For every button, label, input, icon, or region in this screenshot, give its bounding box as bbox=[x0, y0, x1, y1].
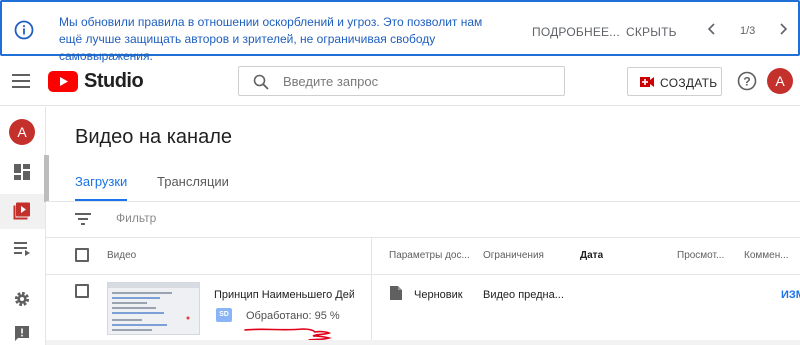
chevron-left-icon[interactable] bbox=[705, 22, 719, 36]
banner-more-button[interactable]: ПОДРОБНЕЕ... bbox=[532, 25, 620, 39]
filter-input[interactable]: Фильтр bbox=[116, 211, 156, 225]
video-title[interactable]: Принцип Наименьшего Дей... bbox=[214, 289, 354, 301]
sidebar: A bbox=[0, 107, 45, 345]
content-icon[interactable] bbox=[13, 202, 31, 220]
studio-window: Мы обновили правила в отношении оскорбле… bbox=[0, 0, 800, 345]
filter-icon[interactable] bbox=[75, 212, 91, 226]
youtube-play-icon bbox=[48, 71, 78, 92]
logo-text: Studio bbox=[84, 70, 144, 92]
search-icon bbox=[253, 74, 269, 90]
sidebar-divider bbox=[45, 107, 46, 345]
column-restrictions[interactable]: Ограничения bbox=[483, 250, 544, 261]
column-comments[interactable]: Коммен... bbox=[744, 250, 800, 261]
chevron-right-icon[interactable] bbox=[776, 22, 790, 36]
channel-avatar[interactable]: A bbox=[9, 119, 35, 145]
page-title: Видео на канале bbox=[75, 126, 232, 148]
svg-text:?: ? bbox=[743, 75, 750, 89]
tab-uploads[interactable]: Загрузки bbox=[75, 174, 127, 189]
settings-icon[interactable] bbox=[13, 290, 31, 308]
select-all-checkbox[interactable] bbox=[75, 248, 89, 262]
feedback-icon[interactable] bbox=[13, 325, 31, 343]
info-icon bbox=[14, 20, 34, 40]
top-bar: Studio СОЗДАТЬ ? A bbox=[0, 56, 800, 106]
create-button[interactable]: СОЗДАТЬ bbox=[627, 67, 722, 96]
video-thumbnail[interactable] bbox=[107, 282, 200, 335]
sidebar-scrollbar[interactable] bbox=[44, 155, 49, 202]
draft-document-icon bbox=[390, 286, 402, 300]
banner-hide-button[interactable]: СКРЫТЬ bbox=[626, 25, 677, 39]
column-visibility[interactable]: Параметры дос... bbox=[389, 250, 469, 261]
playlists-icon[interactable] bbox=[13, 239, 31, 257]
header-divider bbox=[46, 274, 800, 275]
menu-icon[interactable] bbox=[12, 73, 30, 89]
help-icon[interactable]: ? bbox=[737, 71, 757, 91]
thumbnail-preview bbox=[108, 283, 199, 331]
visibility-value[interactable]: Черновик bbox=[414, 289, 463, 301]
search-input[interactable] bbox=[283, 73, 553, 90]
column-video[interactable]: Видео bbox=[107, 250, 136, 261]
create-button-label: СОЗДАТЬ bbox=[660, 76, 718, 90]
tabs-divider bbox=[46, 201, 800, 202]
filter-divider bbox=[46, 237, 800, 238]
banner-pager: 1/3 bbox=[740, 25, 756, 37]
next-row bbox=[46, 340, 800, 345]
dashboard-icon[interactable] bbox=[13, 163, 31, 181]
account-avatar[interactable]: A bbox=[767, 68, 793, 94]
search-box[interactable] bbox=[238, 66, 565, 96]
tab-live[interactable]: Трансляции bbox=[157, 174, 229, 189]
row-checkbox[interactable] bbox=[75, 284, 89, 298]
edit-draft-link[interactable]: ИЗМ... bbox=[781, 289, 800, 301]
column-separator bbox=[371, 238, 372, 345]
create-video-icon bbox=[640, 77, 654, 87]
column-views[interactable]: Просмот... bbox=[677, 250, 732, 261]
column-date[interactable]: Дата bbox=[580, 250, 603, 261]
sd-badge: SD bbox=[216, 308, 232, 322]
restrictions-value: Видео предна... bbox=[483, 289, 564, 301]
policy-banner: Мы обновили правила в отношении оскорбле… bbox=[0, 0, 800, 63]
